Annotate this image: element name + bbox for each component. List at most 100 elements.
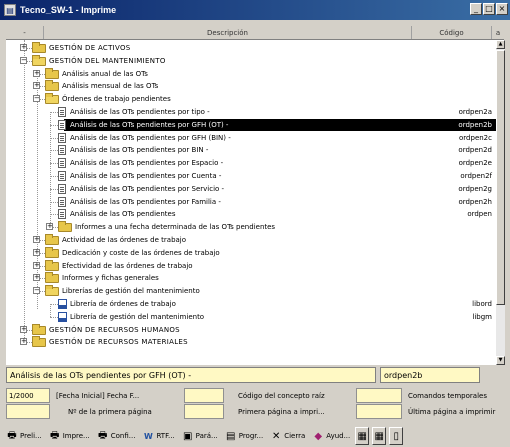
report-document-icon <box>58 119 66 130</box>
column-code[interactable]: Código <box>412 26 492 39</box>
expand-icon[interactable]: + <box>33 82 40 90</box>
expand-icon[interactable]: + <box>33 236 40 243</box>
tree-row[interactable]: + Análisis anual de las OTs <box>6 67 496 80</box>
column-description[interactable]: Descripción <box>44 26 412 39</box>
rtf-button[interactable]: W RTF... <box>140 427 177 445</box>
vertical-scrollbar[interactable]: ▲ ▼ <box>496 40 505 365</box>
tree-row-code: ordpen2b <box>458 120 492 129</box>
report-document-icon <box>58 107 66 117</box>
tree-row-label: GESTIÓN DE RECURSOS HUMANOS <box>49 325 180 334</box>
expand-icon[interactable]: + <box>33 69 40 77</box>
tree-connector <box>50 112 58 113</box>
tree-row[interactable]: Librería de gestión del mantenimiento lib… <box>6 311 496 323</box>
params-button[interactable]: ▣ Pará... <box>179 427 220 445</box>
column-extra[interactable]: a <box>492 26 504 39</box>
primera-pagina-imprimir-field[interactable] <box>356 404 402 419</box>
print-label: Impre... <box>62 432 90 440</box>
expand-icon[interactable]: + <box>33 248 40 256</box>
library-icon <box>58 299 67 309</box>
scroll-up-arrow-icon[interactable]: ▲ <box>496 40 505 49</box>
report-document-icon <box>58 158 66 169</box>
help-button[interactable]: ◆ Ayud... <box>310 427 353 445</box>
report-tree[interactable]: + GESTIÓN DE ACTIVOS − GESTIÓN DEL MANTENIM… <box>6 40 496 365</box>
counter-value: 1/2000 <box>9 391 34 400</box>
tree-row[interactable]: + Efectividad de las órdenes de trabajo <box>6 259 496 272</box>
tree-row[interactable]: + GESTIÓN DE RECURSOS HUMANOS <box>6 323 496 336</box>
tree-row-label: Informes y fichas generales <box>62 274 159 283</box>
parameters-icon: ▣ <box>182 430 193 442</box>
selected-description-field[interactable]: Análisis de las OTs pendientes por GFH (… <box>6 367 376 383</box>
tree-row-label: Análisis de las OTs pendientes por Cuent… <box>70 172 222 180</box>
maximize-button[interactable]: □ <box>483 3 495 15</box>
folder-icon <box>45 80 59 92</box>
tree-row[interactable]: Análisis de las OTs pendientes por GFH (… <box>50 118 496 131</box>
preview-button[interactable]: 🖶 Preli... <box>4 427 44 445</box>
selected-code-field[interactable]: ordpen2b <box>380 367 480 383</box>
tree-connector <box>50 137 58 139</box>
tree-row[interactable]: Análisis de las OTs pendientes por Espac… <box>6 157 496 169</box>
close-button[interactable]: ✕ Cierra <box>268 427 308 445</box>
tree-row[interactable]: + Análisis mensual de las OTs <box>6 80 496 92</box>
tree-row-label: Análisis anual de las OTs <box>62 69 148 78</box>
window-title: Tecno_SW-1 - Imprime <box>20 5 117 15</box>
layout-button-2[interactable]: ▦ <box>372 427 387 445</box>
tree-row-label: Análisis de las OTs pendientes por Espac… <box>70 159 224 168</box>
tree-row-label: GESTIÓN DEL MANTENIMIENTO <box>49 56 166 65</box>
tree-row[interactable]: Análisis de las OTs pendientes por Servi… <box>6 183 496 195</box>
program-icon: ▤ <box>225 430 236 442</box>
config-label: Confi... <box>110 432 136 440</box>
expand-icon[interactable]: + <box>46 223 53 231</box>
expand-icon[interactable]: + <box>20 338 27 346</box>
tree-row[interactable]: Análisis de las OTs pendientes por Cuent… <box>6 170 496 182</box>
close-window-button[interactable]: × <box>496 3 508 15</box>
tree-row[interactable]: Análisis de las OTs pendientes por BIN -… <box>6 144 496 156</box>
collapse-icon[interactable]: − <box>33 287 40 295</box>
minimize-button[interactable]: _ <box>470 3 482 15</box>
tree-row[interactable]: + Actividad de las órdenes de trabajo <box>6 234 496 246</box>
expand-icon[interactable]: + <box>20 325 27 333</box>
progress-button[interactable]: ▤ Progr... <box>222 427 266 445</box>
empty-field-left[interactable] <box>6 404 50 419</box>
tree-connector <box>50 214 58 216</box>
expand-icon[interactable]: + <box>20 44 27 51</box>
scroll-down-arrow-icon[interactable]: ▼ <box>496 356 505 365</box>
expand-icon[interactable]: + <box>33 261 40 269</box>
folder-icon <box>32 336 46 348</box>
tree-row[interactable]: Análisis de las OTs pendientes por tipo … <box>6 106 496 118</box>
tree-row[interactable]: + GESTIÓN DE ACTIVOS <box>6 42 496 54</box>
print-button[interactable]: 🖶 Impre... <box>46 427 92 445</box>
tree-row[interactable]: Análisis de las OTs pendientes por Famil… <box>6 196 496 208</box>
folder-icon <box>45 246 59 258</box>
expand-icon[interactable]: + <box>33 274 40 282</box>
column-selector[interactable]: - <box>6 26 44 39</box>
tree-row-label: GESTIÓN DE ACTIVOS <box>49 44 131 52</box>
tree-row[interactable]: + Dedicación y coste de las órdenes de tr… <box>6 246 496 259</box>
word-icon: W <box>144 431 153 441</box>
folder-icon <box>45 67 59 79</box>
tree-row[interactable]: Análisis de las OTs pendientes por GFH (… <box>6 132 496 144</box>
library-icon <box>58 311 67 322</box>
tree-row[interactable]: + Informes a una fecha determinada de las… <box>6 221 496 233</box>
tree-row-label: Órdenes de trabajo pendientes <box>62 95 171 104</box>
tree-row[interactable]: + GESTIÓN DE RECURSOS MATERIALES <box>6 336 496 348</box>
tree-row[interactable]: Análisis de las OTs pendientes ordpen <box>6 208 496 220</box>
folder-icon <box>58 221 72 233</box>
tree-row-label: Análisis de las OTs pendientes por Servi… <box>70 184 225 193</box>
primera-pagina-field[interactable] <box>184 404 224 419</box>
config-button[interactable]: 🖶 Confi... <box>94 427 138 445</box>
tree-connector <box>50 176 58 177</box>
tree-row[interactable]: − GESTIÓN DEL MANTENIMIENTO <box>6 54 496 67</box>
tree-row[interactable]: − Librerías de gestión del mantenimiento <box>6 285 496 297</box>
scroll-thumb[interactable] <box>496 50 505 305</box>
tree-row[interactable]: + Informes y fichas generales <box>6 272 496 284</box>
collapse-icon[interactable]: − <box>33 95 40 103</box>
tree-row[interactable]: Librería de órdenes de trabajo libord <box>6 298 496 310</box>
fecha-field[interactable] <box>184 388 224 403</box>
tree-row[interactable]: − Órdenes de trabajo pendientes <box>6 93 496 105</box>
title-bar[interactable]: ▤ Tecno_SW-1 - Imprime _ □ × <box>0 0 510 20</box>
bottom-toolbar: 🖶 Preli... 🖶 Impre... 🖶 Confi... W RTF..… <box>0 425 510 447</box>
collapse-icon[interactable]: − <box>20 56 27 64</box>
layout-button-3[interactable]: ▯ <box>389 427 404 445</box>
layout-button-1[interactable]: ▦ <box>355 427 370 445</box>
codigo-concepto-field[interactable] <box>356 388 402 403</box>
